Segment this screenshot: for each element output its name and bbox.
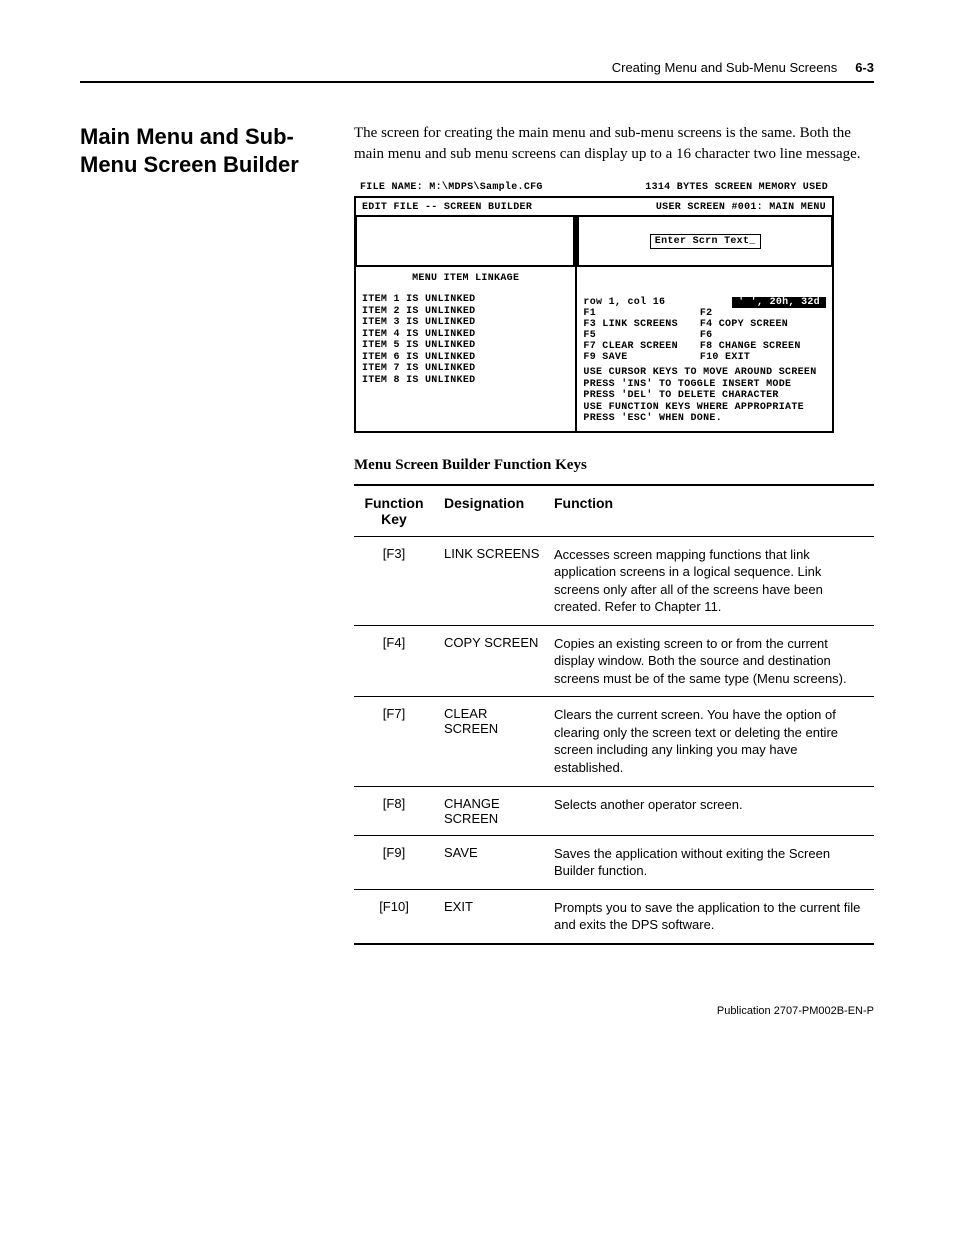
- section-title: Main Menu and Sub-Menu Screen Builder: [80, 123, 330, 178]
- page-number: 6-3: [855, 60, 874, 75]
- fkey-item: F6: [700, 330, 826, 341]
- hint-line: PRESS 'DEL' TO DELETE CHARACTER: [583, 390, 826, 402]
- func-cell: Prompts you to save the application to t…: [554, 889, 874, 944]
- fkey-cell: [F3]: [354, 536, 444, 625]
- desig-cell: EXIT: [444, 889, 554, 944]
- fkey-item: F9 SAVE: [583, 352, 699, 363]
- terminal-input-area: Enter Scrn Text_: [577, 215, 833, 267]
- list-item: ITEM 7 IS UNLINKED: [362, 363, 569, 375]
- terminal-title-right: USER SCREEN #001: MAIN MENU: [656, 202, 826, 213]
- terminal-screenshot: FILE NAME: M:\MDPS\Sample.CFG 1314 BYTES…: [354, 179, 834, 433]
- terminal-preview-box: [355, 215, 575, 267]
- cursor-position: row 1, col 16: [583, 297, 665, 308]
- fkey-cell: [F4]: [354, 625, 444, 697]
- fkey-item: F5: [583, 330, 699, 341]
- desig-cell: CLEAR SCREEN: [444, 697, 554, 786]
- fkey-item: F1: [583, 308, 699, 319]
- fkey-item: F8 CHANGE SCREEN: [700, 341, 826, 352]
- func-cell: Saves the application without exiting th…: [554, 835, 874, 889]
- table-row: [F3] LINK SCREENS Accesses screen mappin…: [354, 536, 874, 625]
- list-item: ITEM 5 IS UNLINKED: [362, 340, 569, 352]
- chapter-title: Creating Menu and Sub-Menu Screens: [612, 60, 837, 75]
- list-item: ITEM 1 IS UNLINKED: [362, 294, 569, 306]
- section-paragraph: The screen for creating the main menu an…: [354, 123, 874, 165]
- footer-publication: Publication 2707-PM002B-EN-P: [80, 1005, 874, 1017]
- fkey-item: F10 EXIT: [700, 352, 826, 363]
- fkey-cell: [F10]: [354, 889, 444, 944]
- page-header: Creating Menu and Sub-Menu Screens 6-3: [80, 60, 874, 75]
- table-row: [F10] EXIT Prompts you to save the appli…: [354, 889, 874, 944]
- list-item: ITEM 8 IS UNLINKED: [362, 375, 569, 387]
- desig-cell: COPY SCREEN: [444, 625, 554, 697]
- char-code: ' ', 20h, 32d: [732, 297, 826, 308]
- hint-line: PRESS 'INS' TO TOGGLE INSERT MODE: [583, 379, 826, 391]
- enter-text-label: Enter Scrn Text_: [650, 234, 761, 249]
- hint-line: USE FUNCTION KEYS WHERE APPROPRIATE: [583, 402, 826, 414]
- terminal-fkey-legend: F1F2 F3 LINK SCREENSF4 COPY SCREEN F5F6 …: [577, 308, 832, 363]
- table-row: [F8] CHANGE SCREEN Selects another opera…: [354, 786, 874, 835]
- header-rule: [80, 81, 874, 83]
- desig-cell: LINK SCREENS: [444, 536, 554, 625]
- table-heading: Menu Screen Builder Function Keys: [354, 457, 874, 474]
- terminal-file-name: FILE NAME: M:\MDPS\Sample.CFG: [360, 182, 543, 193]
- col-header: Designation: [444, 485, 554, 537]
- list-item: ITEM 4 IS UNLINKED: [362, 329, 569, 341]
- function-key-table: Function Key Designation Function [F3] L…: [354, 484, 874, 945]
- list-item: ITEM 6 IS UNLINKED: [362, 352, 569, 364]
- hint-line: USE CURSOR KEYS TO MOVE AROUND SCREEN: [583, 367, 826, 379]
- left-column: Main Menu and Sub-Menu Screen Builder: [80, 123, 330, 945]
- table-row: [F9] SAVE Saves the application without …: [354, 835, 874, 889]
- linkage-title: MENU ITEM LINKAGE: [362, 273, 569, 284]
- col-header: Function Key: [354, 485, 444, 537]
- terminal-hints: USE CURSOR KEYS TO MOVE AROUND SCREEN PR…: [577, 363, 832, 431]
- terminal-title-left: EDIT FILE -- SCREEN BUILDER: [362, 202, 532, 213]
- func-cell: Selects another operator screen.: [554, 786, 874, 835]
- right-column: The screen for creating the main menu an…: [354, 123, 874, 945]
- fkey-item: F3 LINK SCREENS: [583, 319, 699, 330]
- fkey-item: F7 CLEAR SCREEN: [583, 341, 699, 352]
- terminal-bytes-used: 1314 BYTES SCREEN MEMORY USED: [645, 182, 828, 193]
- fkey-item: F2: [700, 308, 826, 319]
- desig-cell: SAVE: [444, 835, 554, 889]
- list-item: ITEM 2 IS UNLINKED: [362, 306, 569, 318]
- list-item: ITEM 3 IS UNLINKED: [362, 317, 569, 329]
- fkey-cell: [F8]: [354, 786, 444, 835]
- desig-cell: CHANGE SCREEN: [444, 786, 554, 835]
- func-cell: Accesses screen mapping functions that l…: [554, 536, 874, 625]
- table-row: [F4] COPY SCREEN Copies an existing scre…: [354, 625, 874, 697]
- func-cell: Clears the current screen. You have the …: [554, 697, 874, 786]
- fkey-cell: [F7]: [354, 697, 444, 786]
- linkage-list: ITEM 1 IS UNLINKED ITEM 2 IS UNLINKED IT…: [362, 294, 569, 386]
- table-row: [F7] CLEAR SCREEN Clears the current scr…: [354, 697, 874, 786]
- hint-line: PRESS 'ESC' WHEN DONE.: [583, 413, 826, 425]
- col-header: Function: [554, 485, 874, 537]
- func-cell: Copies an existing screen to or from the…: [554, 625, 874, 697]
- fkey-item: F4 COPY SCREEN: [700, 319, 826, 330]
- fkey-cell: [F9]: [354, 835, 444, 889]
